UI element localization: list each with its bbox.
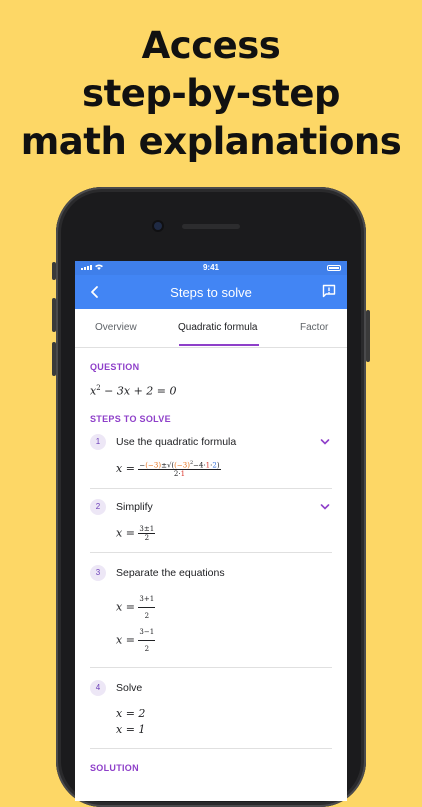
step-4-results: x = 2 x = 1: [116, 706, 146, 736]
headline-line-3: math explanations: [20, 120, 402, 163]
steps-label: STEPS TO SOLVE: [90, 413, 171, 424]
active-tab-indicator: [179, 344, 259, 346]
step-title: Separate the equations: [116, 566, 225, 579]
front-camera: [154, 222, 162, 230]
step-2-formula: x = 3±1 2: [116, 524, 156, 542]
phone-power-button: [366, 310, 370, 362]
step-number: 4: [90, 679, 106, 696]
chevron-left-icon[interactable]: [87, 284, 103, 300]
headline-line-1: Access: [141, 24, 281, 67]
step-3-formulas: x = 3+1 2 x = 3−1 2: [116, 591, 332, 657]
chevron-down-icon[interactable]: [320, 503, 330, 511]
step-2[interactable]: 2 Simplify x = 3±1 2: [90, 489, 332, 553]
solution-label: SOLUTION: [90, 762, 139, 773]
steps-content: QUESTION x2 − 3x + 2 = 0 STEPS TO SOLVE …: [75, 362, 347, 773]
step-number: 1: [90, 433, 106, 450]
headline: Access step-by-step math explanations: [0, 22, 422, 166]
step-4[interactable]: 4 Solve x = 2 x = 1: [90, 668, 332, 749]
earpiece-speaker: [182, 224, 240, 229]
tab-overview[interactable]: Overview: [95, 309, 137, 347]
question-equation: x2 − 3x + 2 = 0: [90, 384, 177, 398]
step-title: Solve: [116, 681, 143, 694]
app-bar: Steps to solve: [75, 275, 347, 309]
page-title: Steps to solve: [170, 284, 252, 300]
report-feedback-icon[interactable]: [321, 283, 337, 299]
step-number: 3: [90, 564, 106, 581]
tab-quadratic-formula[interactable]: Quadratic formula: [178, 309, 257, 347]
tab-factor[interactable]: Factor: [300, 309, 328, 347]
step-number: 2: [90, 498, 106, 515]
step-1[interactable]: 1 Use the quadratic formula x = −(−3)±√(…: [90, 424, 332, 489]
tab-bar: Overview Quadratic formula Factor: [75, 309, 347, 348]
battery-icon: [327, 265, 341, 271]
step-1-formula: x = −(−3)±√((−3)2−4·1·2) 2·1: [116, 459, 221, 478]
question-label: QUESTION: [90, 362, 140, 372]
phone-top-bezel: [56, 187, 366, 267]
headline-line-2: step-by-step: [82, 72, 340, 115]
chevron-down-icon[interactable]: [320, 438, 330, 446]
status-bar: 9:41: [75, 261, 347, 275]
step-title: Use the quadratic formula: [116, 435, 237, 448]
status-time: 9:41: [202, 263, 219, 272]
step-title: Simplify: [116, 500, 153, 513]
phone-screen: 9:41 Steps to solve Overview Quadratic f…: [75, 261, 347, 801]
step-3[interactable]: 3 Separate the equations x = 3+1 2 x = 3−…: [90, 553, 332, 668]
phone-frame: 9:41 Steps to solve Overview Quadratic f…: [56, 187, 366, 807]
